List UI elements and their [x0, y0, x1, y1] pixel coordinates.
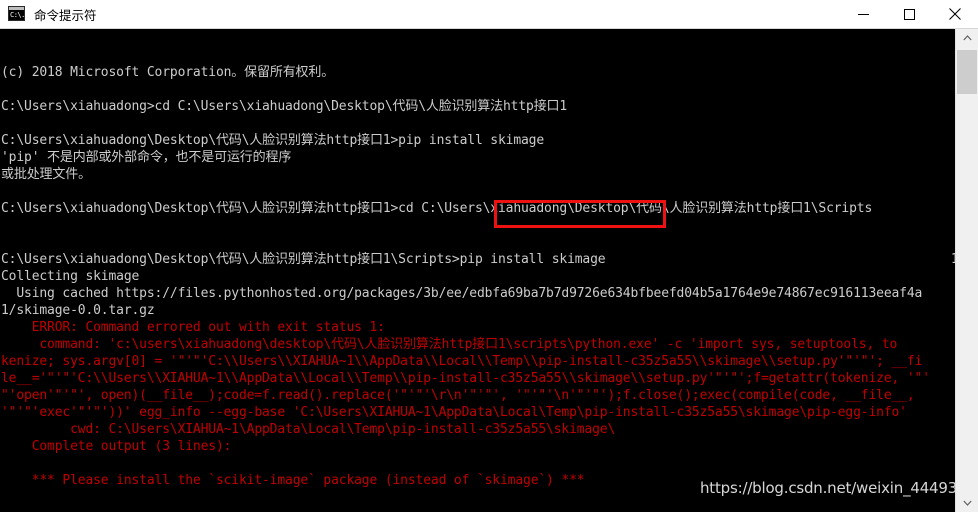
window-controls	[840, 0, 978, 29]
console-icon-prompt-glyph: C:\.	[10, 11, 25, 19]
chevron-down-icon[interactable]	[956, 494, 978, 512]
terminal-line: command: 'c:\users\xiahuadong\desktop\代码…	[1, 337, 898, 352]
terminal-line: C:\Users\xiahuadong>cd C:\Users\xiahuado…	[1, 99, 568, 114]
terminal-line: le__='"'"'C:\\Users\\XIAHUA~1\\AppData\\…	[1, 371, 930, 386]
command-prompt-window: C:\. 命令提示符 (c) 2018 Microsoft Corporatio…	[0, 0, 978, 512]
terminal-line: 1/skimage-0.0.tar.gz	[1, 303, 155, 318]
terminal-line: C:\Users\xiahuadong\Desktop\代码\人脸识别算法htt…	[1, 201, 873, 216]
minimize-button[interactable]	[840, 0, 886, 29]
terminal-line: (c) 2018 Microsoft Corporation。保留所有权利。	[1, 65, 335, 80]
terminal-line: cwd: C:\Users\XIAHUA~1\AppData\Local\Tem…	[1, 422, 616, 437]
close-button[interactable]	[932, 0, 978, 29]
chevron-up-icon[interactable]	[956, 29, 978, 47]
terminal-line: Complete output (3 lines):	[1, 439, 232, 454]
terminal-line: kenize; sys.argv[0] = '"'"'C:\\Users\\XI…	[1, 354, 923, 369]
terminal-line: '"'"'exec'"'"'))' egg_info --egg-base 'C…	[1, 405, 907, 420]
terminal-line: C:\Users\xiahuadong\Desktop\代码\人脸识别算法htt…	[1, 133, 545, 148]
watermark: https://blog.csdn.net/weixin_4449384	[700, 479, 976, 497]
terminal-line: 'pip' 不是内部或外部命令，也不是可运行的程序	[1, 150, 292, 165]
maximize-button[interactable]	[886, 0, 932, 29]
vertical-scrollbar[interactable]	[955, 29, 978, 512]
terminal-line: Collecting skimage	[1, 269, 140, 284]
scrollbar-thumb[interactable]	[957, 50, 977, 94]
terminal-line: "'open'"'"', open)(__file__);code=f.read…	[1, 388, 915, 403]
terminal-line: Using cached https://files.pythonhosted.…	[1, 286, 923, 301]
terminal-line: C:\Users\xiahuadong\Desktop\代码\人脸识别算法htt…	[1, 252, 955, 267]
console-icon: C:\.	[8, 6, 26, 22]
titlebar: C:\. 命令提示符	[0, 0, 978, 29]
terminal-line: 或批处理文件。	[1, 167, 91, 182]
terminal-output[interactable]: (c) 2018 Microsoft Corporation。保留所有权利。 C:…	[0, 29, 955, 512]
window-title: 命令提示符	[34, 7, 97, 23]
terminal-line: ERROR: Command errored out with exit sta…	[1, 320, 385, 335]
